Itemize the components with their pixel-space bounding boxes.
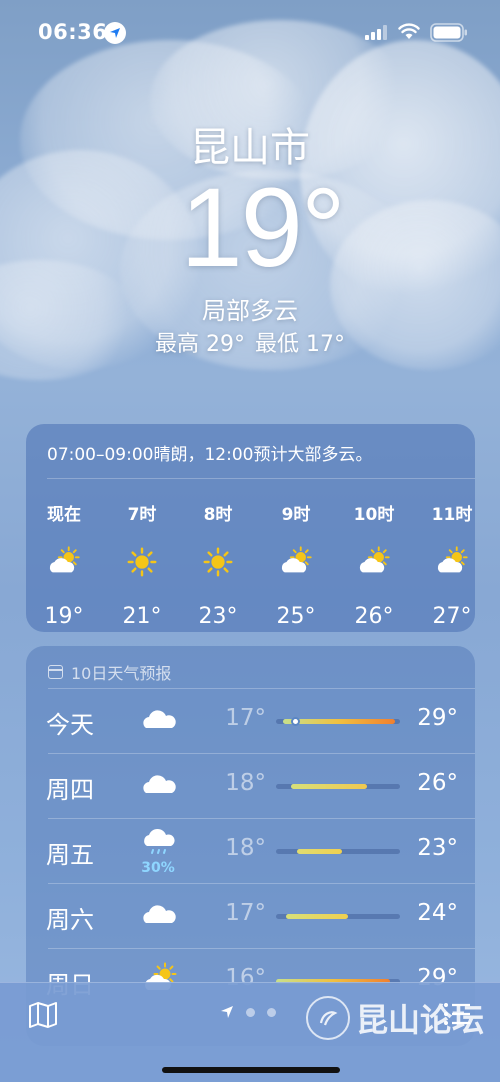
day-name: 周六 xyxy=(46,906,94,934)
temperature-range-bar xyxy=(276,849,400,854)
divider xyxy=(48,883,475,884)
page-dot[interactable] xyxy=(246,1007,255,1017)
hour-label: 现在 xyxy=(47,505,81,525)
hour-temperature: 19° xyxy=(44,604,84,629)
temperature-range-fill xyxy=(290,784,367,789)
sun-icon xyxy=(188,544,248,584)
daily-row[interactable]: 周六 17° 24° xyxy=(26,883,475,948)
daily-forecast-header: 10日天气预报 xyxy=(48,660,171,684)
precipitation-chance: 30% xyxy=(141,860,175,876)
current-condition: 局部多云 xyxy=(202,297,298,325)
hourly-item: 8时 23° xyxy=(188,500,248,629)
daily-row[interactable]: 周五 30% 18° 23° xyxy=(26,818,475,883)
partly-cloudy-icon xyxy=(344,544,404,584)
map-icon[interactable] xyxy=(28,1001,58,1029)
page-dot[interactable] xyxy=(267,1007,276,1017)
temperature-range-bar xyxy=(276,914,400,919)
hour-temperature: 21° xyxy=(122,604,162,629)
day-name: 周五 xyxy=(46,841,94,869)
bottom-toolbar: 昆山论坛 xyxy=(0,982,500,1082)
daily-row[interactable]: 今天 17° 29° xyxy=(26,688,475,753)
day-high: 23° xyxy=(417,835,458,861)
temperature-range-fill xyxy=(285,914,348,919)
day-low: 17° xyxy=(225,900,266,926)
divider xyxy=(48,948,475,949)
temperature-range-bar xyxy=(276,717,400,726)
partly-cloudy-icon xyxy=(266,544,326,584)
day-high: 24° xyxy=(417,900,458,926)
cloud-icon xyxy=(140,895,180,935)
high-temperature: 最高 29° xyxy=(155,332,245,357)
divider xyxy=(48,688,475,689)
hourly-item: 现在 19° xyxy=(34,500,94,629)
divider xyxy=(48,753,475,754)
sun-icon xyxy=(112,544,172,584)
battery-icon xyxy=(430,23,467,42)
hourly-item: 9时 25° xyxy=(266,500,326,629)
hour-label: 9时 xyxy=(281,505,311,525)
rain-cloud-icon xyxy=(140,824,180,864)
calendar-icon xyxy=(48,665,63,679)
partly-cloudy-icon xyxy=(422,544,482,584)
cellular-signal-icon xyxy=(365,25,387,40)
hour-temperature: 25° xyxy=(276,604,316,629)
daily-row[interactable]: 周四 18° 26° xyxy=(26,753,475,818)
divider xyxy=(48,818,475,819)
hourly-summary: 07:00–09:00晴朗，12:00预计大部多云。 xyxy=(47,445,373,465)
cloud-icon xyxy=(140,765,180,805)
low-temperature: 最低 17° xyxy=(255,332,345,357)
hour-label: 11时 xyxy=(431,505,473,525)
location-page-icon[interactable] xyxy=(220,1005,234,1019)
day-high: 26° xyxy=(417,770,458,796)
hourly-item: 7时 21° xyxy=(112,500,172,629)
partly-cloudy-icon xyxy=(34,544,94,584)
cloud-icon xyxy=(140,700,180,740)
temperature-range-fill xyxy=(283,719,396,724)
day-low: 18° xyxy=(225,770,266,796)
status-time: 06:36 xyxy=(38,20,108,44)
divider xyxy=(47,478,475,479)
list-icon[interactable] xyxy=(443,1001,471,1027)
hour-label: 10时 xyxy=(353,505,395,525)
current-temperature: 19° xyxy=(180,165,345,290)
hourly-item: 10时 26° xyxy=(344,500,404,629)
day-name: 周四 xyxy=(46,776,94,804)
day-low: 18° xyxy=(225,835,266,861)
wifi-icon xyxy=(398,23,420,39)
hourly-forecast-card[interactable]: 07:00–09:00晴朗，12:00预计大部多云。 现在 19° 7时 21° 8… xyxy=(26,424,475,632)
hour-temperature: 26° xyxy=(354,604,394,629)
temperature-range-bar xyxy=(276,784,400,789)
daily-forecast-title: 10日天气预报 xyxy=(71,664,172,683)
current-temp-marker xyxy=(291,717,301,726)
day-name: 今天 xyxy=(46,711,94,739)
hour-label: 7时 xyxy=(127,505,157,525)
location-arrow-icon xyxy=(104,22,126,44)
hour-label: 8时 xyxy=(203,505,233,525)
temperature-range-fill xyxy=(297,849,342,854)
status-bar: 06:36 xyxy=(0,0,500,66)
page-indicator[interactable] xyxy=(220,1005,276,1019)
watermark-logo-icon xyxy=(306,996,350,1040)
high-low: 最高 29° 最低 17° xyxy=(0,326,500,358)
hour-temperature: 23° xyxy=(198,604,238,629)
hour-temperature: 27° xyxy=(432,604,472,629)
day-high: 29° xyxy=(417,705,458,731)
day-low: 17° xyxy=(225,705,266,731)
hourly-item: 11时 27° xyxy=(422,500,482,629)
home-indicator[interactable] xyxy=(162,1067,340,1073)
